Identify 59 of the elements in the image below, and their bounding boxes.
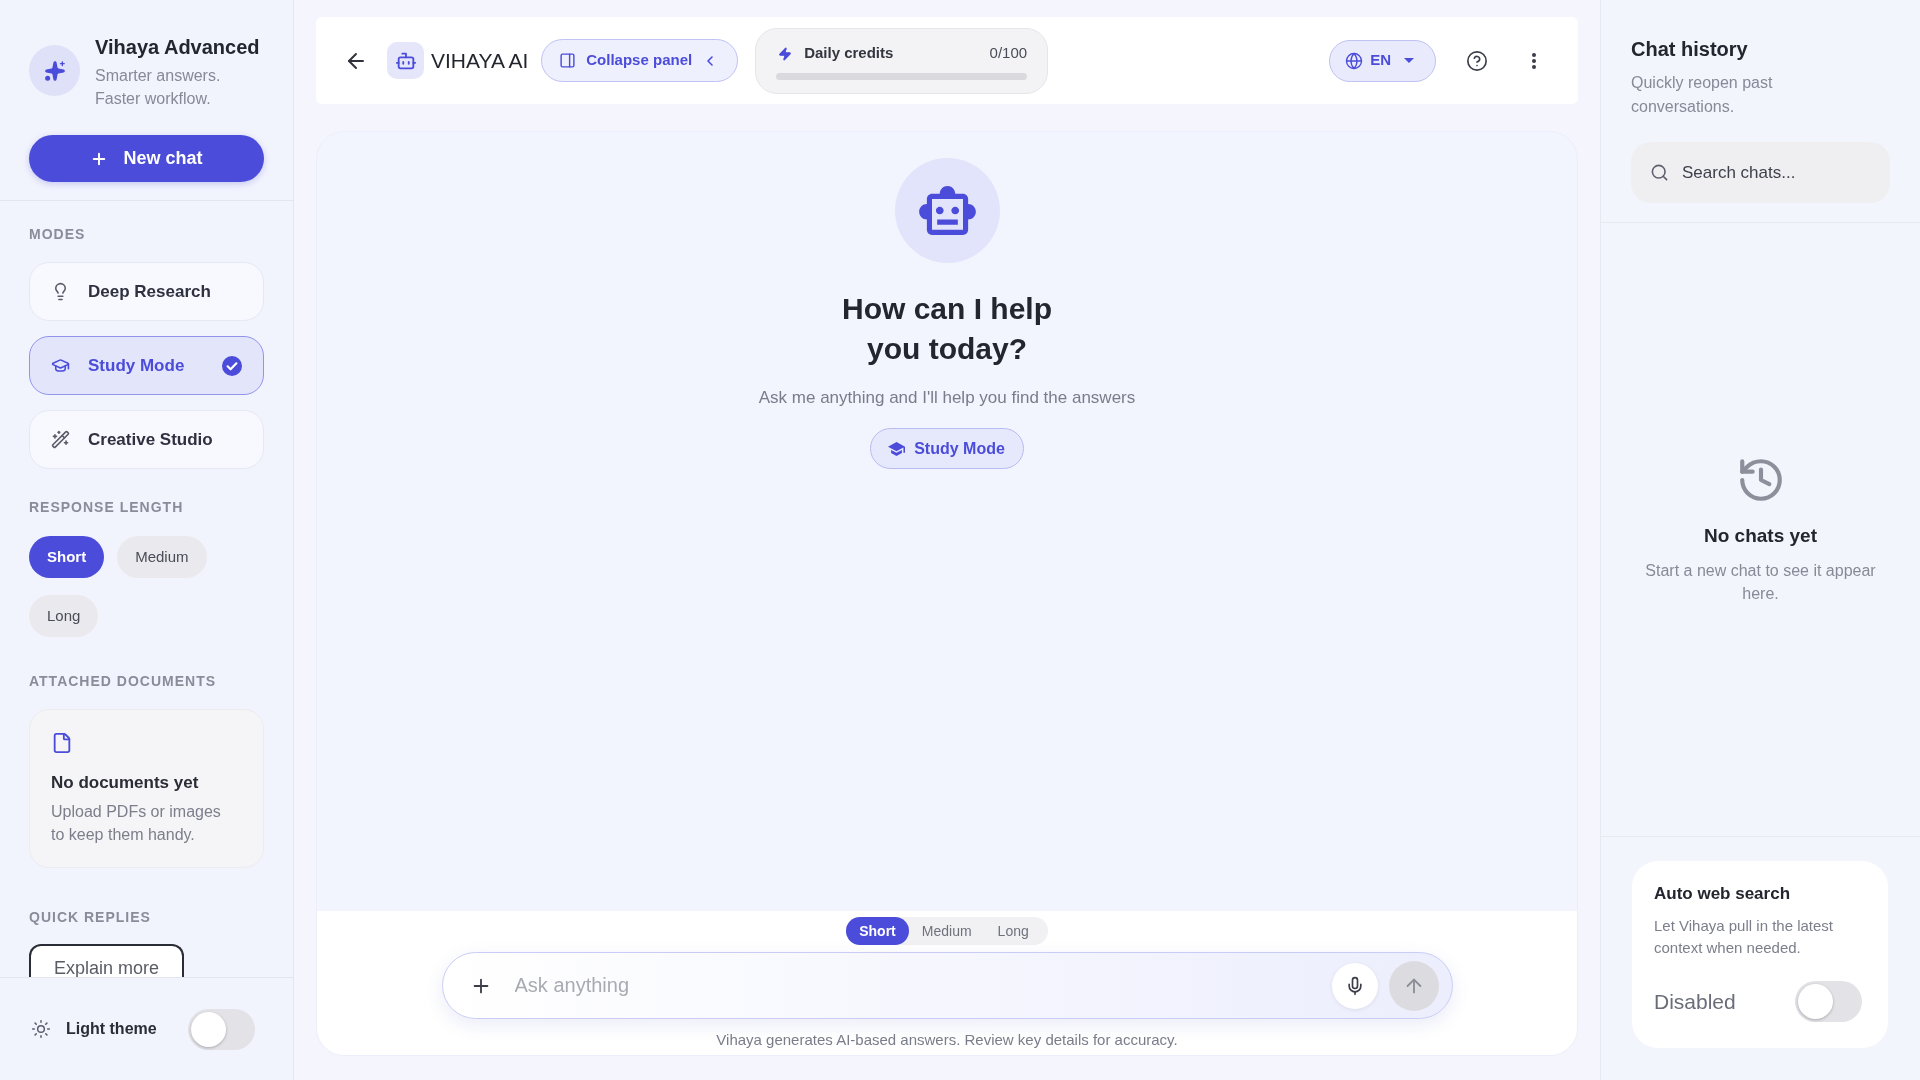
new-chat-button[interactable]: New chat bbox=[29, 135, 264, 182]
greeting-subtitle: Ask me anything and I'll help you find the answers bbox=[758, 387, 1136, 409]
length-option[interactable]: Medium bbox=[908, 917, 985, 945]
section-heading: MODES bbox=[29, 225, 87, 244]
message-field[interactable]: Ask anything bbox=[441, 952, 1453, 1019]
search-icon bbox=[1650, 163, 1669, 182]
sparkles-icon bbox=[29, 45, 80, 96]
mode-item[interactable]: Creative Studio bbox=[29, 410, 264, 469]
graduation-cap-icon bbox=[888, 441, 906, 456]
check-circle-icon bbox=[222, 355, 242, 376]
globe-icon bbox=[1345, 51, 1364, 70]
mic-button[interactable] bbox=[1331, 962, 1378, 1009]
mode-item[interactable]: Deep Research bbox=[29, 262, 264, 321]
app-title: VIHAYA AI bbox=[431, 47, 529, 74]
web-search-status: Disabled bbox=[1654, 988, 1736, 1015]
search-field[interactable]: Search chats... bbox=[1631, 142, 1890, 203]
greeting-heading: How can I help you today? bbox=[841, 291, 1053, 367]
magic-wand-icon bbox=[51, 430, 70, 449]
length-option[interactable]: Medium bbox=[117, 536, 207, 578]
brand-tagline: Smarter answers. Faster workflow. bbox=[95, 66, 222, 109]
more-vertical-icon bbox=[1532, 52, 1536, 69]
lightning-icon bbox=[778, 46, 793, 61]
credits-label: Daily credits bbox=[804, 43, 894, 64]
empty-title: No documents yet bbox=[51, 772, 200, 794]
message-input[interactable]: Ask anything bbox=[514, 965, 1320, 1006]
web-search-description: Let Vihaya pull in the latest context when needed. bbox=[1654, 916, 1834, 958]
section-heading: RESPONSE LENGTH bbox=[29, 498, 185, 517]
help-button[interactable] bbox=[1466, 49, 1488, 72]
empty-text: Upload PDFs or images to keep them handy. bbox=[51, 802, 222, 845]
collapse-panel-button[interactable]: Collapse panel bbox=[541, 39, 739, 82]
brand-title: Vihaya Advanced bbox=[95, 35, 260, 60]
length-option[interactable]: Short bbox=[29, 536, 105, 578]
theme-label: Light theme bbox=[66, 1019, 157, 1039]
history-subtitle: Quickly reopen past conversations. bbox=[1631, 73, 1774, 117]
web-search-toggle[interactable] bbox=[1795, 981, 1862, 1022]
sun-icon bbox=[31, 1019, 51, 1039]
credits-reading: 0/100 bbox=[989, 43, 1028, 64]
mode-item[interactable]: Study Mode bbox=[29, 336, 264, 395]
disclaimer-text: Vihaya generates AI-based answers. Review key details for accuracy. bbox=[716, 1030, 1178, 1050]
mode-chip[interactable]: Study Mode bbox=[870, 428, 1024, 469]
language-button[interactable]: EN bbox=[1329, 39, 1436, 82]
document-icon bbox=[51, 732, 73, 754]
web-search-title: Auto web search bbox=[1654, 883, 1792, 905]
caret-down-icon bbox=[1404, 58, 1414, 63]
panel-icon bbox=[559, 52, 577, 69]
graduation-cap-icon bbox=[51, 356, 70, 375]
length-option[interactable]: Short bbox=[846, 917, 909, 945]
theme-toggle[interactable] bbox=[188, 1008, 255, 1050]
length-option[interactable]: Long bbox=[29, 595, 99, 637]
section-heading: QUICK REPLIES bbox=[29, 908, 152, 927]
history-title: Chat history bbox=[1631, 37, 1749, 62]
section-heading: ATTACHED DOCUMENTS bbox=[29, 672, 218, 691]
empty-title: No chats yet bbox=[1704, 523, 1817, 548]
search-input[interactable]: Search chats... bbox=[1682, 154, 1874, 191]
robot-icon bbox=[387, 42, 424, 79]
quick-reply-chip[interactable]: Explain more bbox=[29, 944, 185, 977]
help-icon bbox=[1466, 49, 1488, 72]
length-option[interactable]: Long bbox=[984, 917, 1042, 945]
empty-text: Start a new chat to see it appear here. bbox=[1644, 560, 1877, 604]
